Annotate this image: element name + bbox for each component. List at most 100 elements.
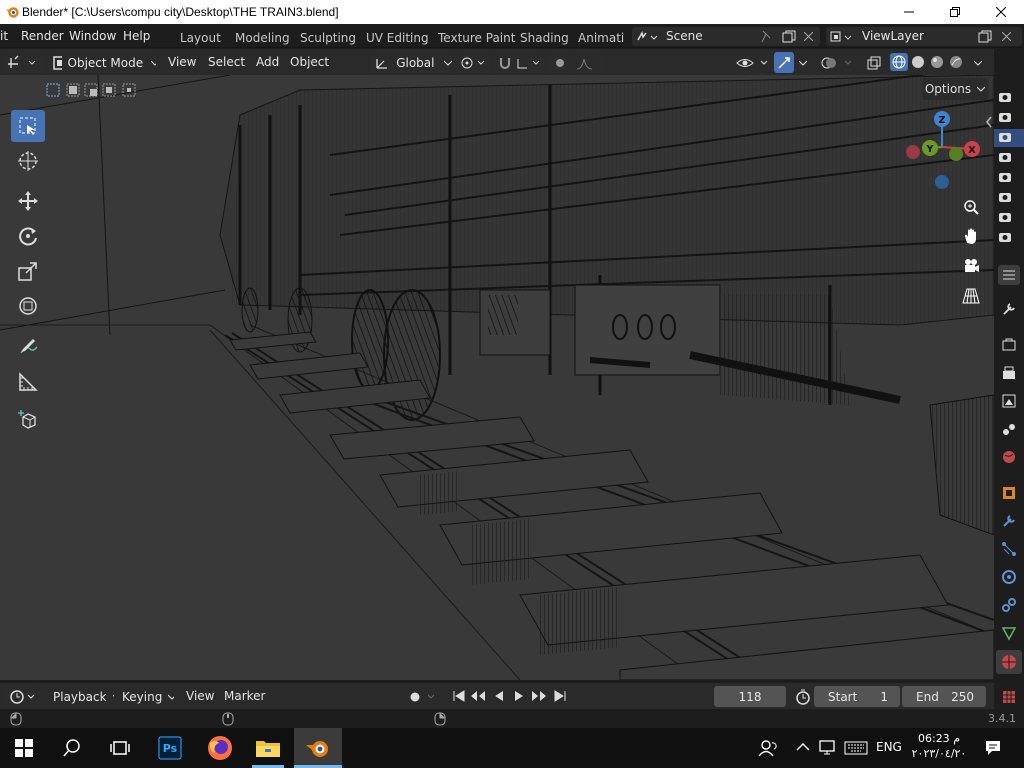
y-axis-handle[interactable]: Y [922,140,938,156]
close-button[interactable] [978,0,1024,24]
tab-layout[interactable]: Layout [180,31,221,45]
view-layer-properties-icon[interactable] [1001,393,1017,409]
camera-visibility-icon[interactable] [998,171,1012,183]
3d-viewport[interactable]: Options Z Y X [0,75,994,680]
neg-x-axis-handle[interactable] [906,145,920,159]
tab-texture-paint[interactable]: Texture Paint [438,31,515,45]
photoshop-app[interactable]: Ps [146,728,194,768]
timeline-editor-type[interactable] [6,686,40,707]
pin-icon[interactable] [760,30,772,43]
camera-visibility-icon[interactable] [998,151,1012,163]
zoom-button[interactable] [958,194,984,220]
perspective-toggle-button[interactable] [958,283,984,309]
output-properties-icon[interactable] [1001,365,1017,381]
add-cube-tool[interactable] [11,404,45,436]
rendered-shading-button[interactable] [947,53,965,71]
camera-visibility-icon[interactable] [998,91,1012,103]
camera-visibility-icon[interactable] [998,211,1012,223]
transform-tool[interactable] [11,290,45,322]
camera-visibility-icon[interactable] [998,111,1012,123]
keying-dropdown[interactable]: Keying [118,686,174,707]
playback-dropdown[interactable]: Playback [48,686,114,707]
select-extend-button[interactable] [64,81,82,99]
object-properties-icon[interactable] [1001,485,1017,501]
network-icon[interactable] [818,739,838,757]
select-subtract-button[interactable] [82,81,100,99]
falloff-dropdown[interactable] [572,52,602,73]
camera-visibility-icon[interactable] [998,131,1012,143]
tab-animation[interactable]: Animati [578,31,624,45]
particles-properties-icon[interactable] [1001,541,1017,557]
gizmo-toggle[interactable] [774,52,794,73]
timeline-marker-menu[interactable]: Marker [224,689,265,703]
language-indicator[interactable]: ENG [876,740,902,754]
visibility-dropdown[interactable] [734,52,778,73]
orientation-dropdown[interactable]: Global [370,52,452,73]
gizmo-dropdown[interactable] [796,52,812,73]
scene-selector[interactable]: Scene [632,27,820,46]
sidebar-toggle-icon[interactable] [984,115,994,129]
clock[interactable]: 06:23 م ۲۰۲۳/۰٤/۲۰ [908,730,970,766]
task-view-button[interactable] [96,728,144,768]
tool-properties-tab[interactable] [998,265,1020,285]
data-properties-icon[interactable] [1001,625,1017,641]
neg-z-axis-handle[interactable] [935,175,949,189]
solid-shading-button[interactable] [909,53,927,71]
select-box-tool[interactable] [11,110,45,142]
menu-add[interactable]: Add [256,55,279,69]
current-frame-field[interactable]: 118 [714,686,786,707]
tool-tab-icon[interactable] [1001,301,1017,317]
frame-end-field[interactable]: End 250 [902,686,986,707]
file-explorer-app[interactable] [244,728,292,768]
rotate-tool[interactable] [11,220,45,252]
move-tool[interactable] [11,185,45,217]
prev-keyframe-icon[interactable] [470,689,486,703]
mode-dropdown[interactable]: Object Mode [48,52,156,73]
menu-select[interactable]: Select [208,55,245,69]
menu-window[interactable]: Window [69,29,116,43]
new-view-layer-icon[interactable] [978,30,992,43]
menu-view[interactable]: View [168,55,196,69]
scene-name[interactable]: Scene [666,29,703,43]
snapping-dropdown[interactable] [494,52,544,73]
firefox-app[interactable] [196,728,244,768]
notifications-icon[interactable] [984,739,1002,757]
timeline-view-menu[interactable]: View [186,689,214,703]
xray-toggle[interactable] [864,52,884,73]
jump-start-icon[interactable] [452,689,466,703]
pan-button[interactable] [958,223,984,249]
x-axis-handle[interactable]: X [964,141,980,157]
render-properties-icon[interactable] [1001,337,1017,353]
camera-view-button[interactable] [958,253,984,279]
camera-visibility-icon[interactable] [998,231,1012,243]
camera-visibility-icon[interactable] [998,191,1012,203]
frame-start-field[interactable]: Start 1 [814,686,900,707]
neg-y-axis-handle[interactable] [949,147,963,161]
view-layer-name[interactable]: ViewLayer [862,29,924,43]
world-properties-icon[interactable] [1001,449,1017,465]
stopwatch-icon[interactable] [795,689,811,705]
select-intersect-button[interactable] [120,81,138,99]
people-icon[interactable] [758,739,778,757]
cursor-tool[interactable] [11,145,45,177]
scene-properties-icon[interactable] [1001,421,1017,437]
measure-tool[interactable] [11,366,45,398]
remove-view-layer-icon[interactable] [1002,32,1011,41]
view-layer-selector[interactable]: ViewLayer [826,27,1022,46]
wireframe-shading-button[interactable] [890,53,908,71]
menu-render[interactable]: Render [21,29,64,43]
menu-object[interactable]: Object [290,55,329,69]
menu-help[interactable]: Help [123,29,150,43]
scale-tool[interactable] [11,255,45,287]
overlays-dropdown[interactable] [818,52,858,73]
jump-end-icon[interactable] [553,689,567,703]
menu-edit-cut[interactable]: it [0,29,8,43]
start-button[interactable] [0,728,48,768]
material-shading-button[interactable] [928,53,946,71]
chevron-up-icon[interactable] [796,742,810,752]
texture-properties-icon[interactable] [1001,689,1017,705]
shading-dropdown[interactable] [970,52,988,73]
new-scene-icon[interactable] [782,30,796,43]
select-new-button[interactable] [44,81,62,99]
play-icon[interactable] [512,689,526,703]
